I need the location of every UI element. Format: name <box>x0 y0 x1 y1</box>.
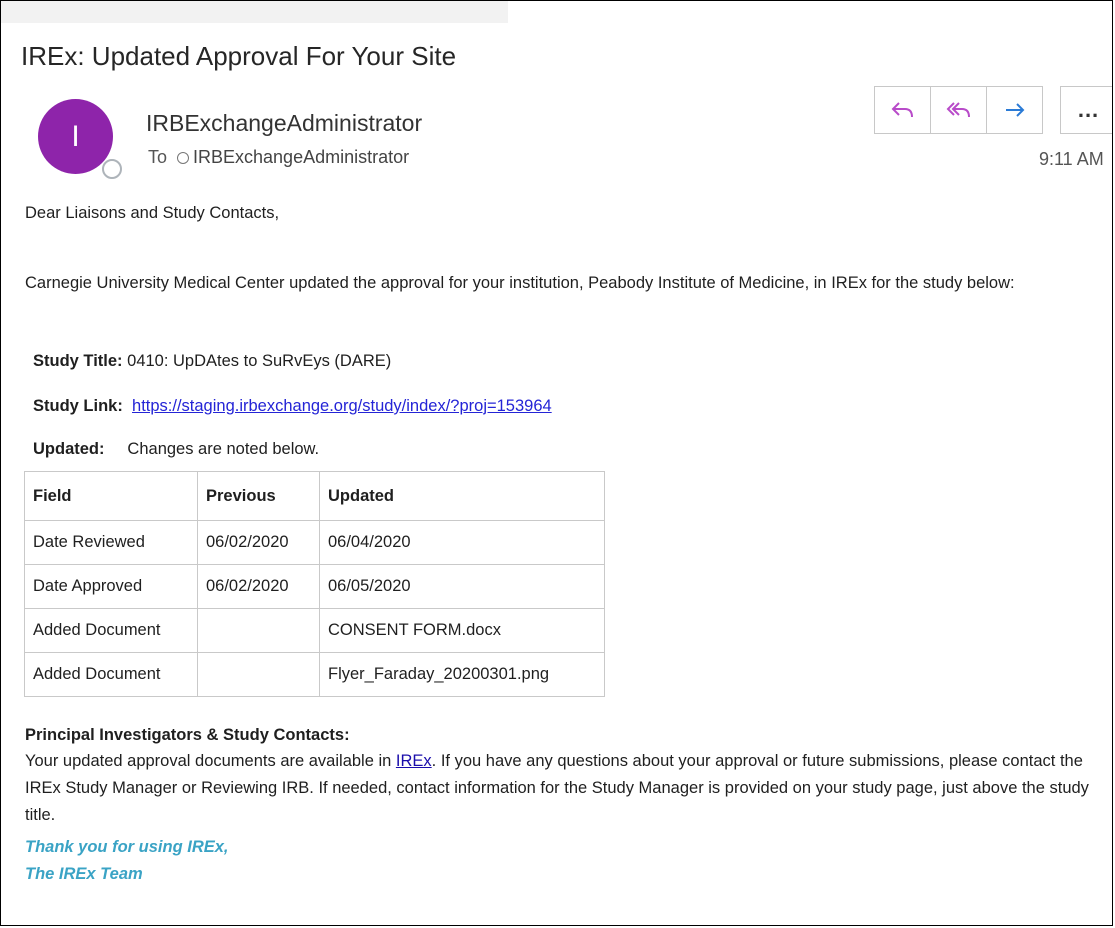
table-cell <box>197 608 320 653</box>
forward-icon <box>1005 103 1024 117</box>
table-cell: 06/04/2020 <box>319 520 605 565</box>
table-cell: Added Document <box>24 608 198 653</box>
column-header-previous: Previous <box>197 471 320 521</box>
reply-all-button[interactable] <box>930 86 987 134</box>
table-row: Date Reviewed 06/02/2020 06/04/2020 <box>24 520 605 565</box>
sender-name[interactable]: IRBExchangeAdministrator <box>146 110 422 137</box>
irex-link[interactable]: IREx <box>396 752 432 770</box>
table-cell: 06/05/2020 <box>319 564 605 609</box>
table-row: Added Document Flyer_Faraday_20200301.pn… <box>24 652 605 697</box>
pi-text-start: Your updated approval documents are avai… <box>25 752 396 770</box>
table-cell: Flyer_Faraday_20200301.png <box>319 652 605 697</box>
updated-value: Changes are noted below. <box>127 440 320 458</box>
updated-label: Updated: <box>33 440 105 458</box>
to-label: To <box>148 147 168 167</box>
study-title-label: Study Title: <box>33 352 123 370</box>
recipient-presence-icon <box>177 151 190 164</box>
signoff-line-2: The IREx Team <box>25 865 143 883</box>
reply-all-icon <box>946 102 970 118</box>
message-actions <box>874 86 1043 134</box>
table-cell: Date Approved <box>24 564 198 609</box>
greeting: Dear Liaisons and Study Contacts, <box>25 204 280 222</box>
table-row: Added Document CONSENT FORM.docx <box>24 608 605 653</box>
more-actions-button[interactable]: ... <box>1060 86 1112 134</box>
table-cell: Added Document <box>24 652 198 697</box>
forward-button[interactable] <box>986 86 1043 134</box>
study-link-row: Study Link: https://staging.irbexchange.… <box>33 397 552 416</box>
column-header-field: Field <box>24 471 198 521</box>
reply-icon <box>891 102 913 118</box>
study-title-row: Study Title: 0410: UpDAtes to SuRvEys (D… <box>33 352 391 371</box>
table-cell: CONSENT FORM.docx <box>319 608 605 653</box>
more-icon: ... <box>1077 97 1100 122</box>
presence-status-icon <box>102 159 122 179</box>
table-cell: 06/02/2020 <box>197 520 320 565</box>
sender-avatar[interactable]: I <box>38 99 113 174</box>
email-reading-pane: IREx: Updated Approval For Your Site I I… <box>0 0 1113 926</box>
signoff: Thank you for using IREx, The IREx Team <box>25 834 229 888</box>
intro-paragraph: Carnegie University Medical Center updat… <box>25 274 1015 292</box>
pi-paragraph: Your updated approval documents are avai… <box>25 748 1095 829</box>
table-cell: 06/02/2020 <box>197 564 320 609</box>
recipient-line: To IRBExchangeAdministrator <box>148 147 409 168</box>
changes-table: Field Previous Updated Date Reviewed 06/… <box>24 471 605 697</box>
study-link-label: Study Link: <box>33 397 123 415</box>
table-row: Date Approved 06/02/2020 06/05/2020 <box>24 564 605 609</box>
top-strip <box>1 1 508 23</box>
reply-button[interactable] <box>874 86 931 134</box>
recipient-name[interactable]: IRBExchangeAdministrator <box>193 147 409 168</box>
email-subject: IREx: Updated Approval For Your Site <box>21 41 457 71</box>
table-cell: Date Reviewed <box>24 520 198 565</box>
avatar-initial: I <box>71 119 80 153</box>
study-title-value: 0410: UpDAtes to SuRvEys (DARE) <box>127 352 392 370</box>
pi-heading: Principal Investigators & Study Contacts… <box>25 726 350 744</box>
signoff-line-1: Thank you for using IREx, <box>25 838 229 856</box>
table-header-row: Field Previous Updated <box>24 471 605 521</box>
table-cell <box>197 652 320 697</box>
updated-row: Updated: Changes are noted below. <box>33 440 319 459</box>
study-link[interactable]: https://staging.irbexchange.org/study/in… <box>132 397 552 415</box>
received-time: 9:11 AM <box>1039 149 1104 169</box>
column-header-updated: Updated <box>319 471 605 521</box>
